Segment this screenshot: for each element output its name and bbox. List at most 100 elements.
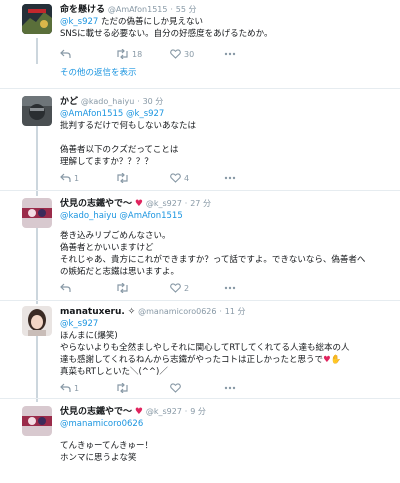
heart-icon — [170, 283, 181, 293]
retweet-icon — [117, 283, 128, 293]
display-name[interactable]: 命を懸ける — [60, 5, 105, 15]
mention-links[interactable]: @kado_haiyu @AmAfon1515 — [60, 210, 394, 222]
mention-links[interactable]: @AmAfon1515 @k_s927 — [60, 108, 394, 120]
divider — [0, 300, 400, 301]
display-name[interactable]: 伏見の志鐵やで〜 — [60, 407, 132, 417]
more-icon — [224, 386, 236, 390]
avatar-image-icon — [22, 198, 52, 228]
display-name[interactable]: manatuxeru. — [60, 307, 125, 317]
divider — [0, 398, 400, 399]
like-button[interactable]: 4 — [170, 173, 189, 183]
retweet-icon — [117, 49, 128, 59]
avatar-image-icon — [22, 406, 52, 436]
tweet-text-line: 偽善者とかいいますけど — [60, 243, 154, 253]
timestamp[interactable]: 9 分 — [190, 407, 206, 416]
more-button[interactable] — [224, 286, 236, 290]
separator: · — [184, 407, 188, 416]
more-button[interactable] — [224, 176, 236, 180]
timestamp[interactable]: 27 分 — [190, 199, 211, 208]
reply-button[interactable] — [60, 49, 74, 59]
display-name[interactable]: 伏見の志鐵やで〜 — [60, 199, 132, 209]
divider — [0, 190, 400, 191]
like-count: 4 — [184, 173, 190, 183]
heart-emoji-icon: ♥ — [134, 199, 143, 209]
heart-emoji-icon: ♥ — [323, 355, 331, 365]
reply-button[interactable]: 1 — [60, 383, 79, 393]
avatar[interactable] — [22, 306, 52, 336]
more-icon — [224, 52, 236, 56]
user-handle[interactable]: @AmAfon1515 — [108, 5, 168, 14]
tweet[interactable]: 伏見の志鐵やで〜 ♥ @k_s927 · 9 分 @manamicoro0626… — [0, 406, 400, 476]
timestamp[interactable]: 55 分 — [176, 5, 197, 14]
tweet-header: manatuxeru. ✧ @manamicoro0626 · 11 分 — [60, 306, 394, 318]
tweet-text-line: ホンマに思うよな笑 — [60, 453, 137, 463]
display-name[interactable]: かど — [60, 97, 78, 107]
mention-link[interactable]: @k_s927 — [60, 17, 98, 27]
user-handle[interactable]: @manamicoro0626 — [138, 307, 216, 316]
tweet-header: 伏見の志鐵やで〜 ♥ @k_s927 · 9 分 — [60, 406, 394, 418]
reply-button[interactable] — [60, 283, 74, 293]
tweet[interactable]: かど @kado_haiyu · 30 分 @AmAfon1515 @k_s92… — [0, 96, 400, 184]
like-button[interactable] — [170, 383, 184, 393]
avatar[interactable] — [22, 4, 52, 34]
tweet-text-line: 理解してますか？？？？ — [60, 157, 153, 167]
retweet-count: 18 — [132, 49, 143, 59]
reply-icon — [60, 283, 71, 292]
separator: · — [170, 5, 173, 14]
more-icon — [224, 176, 236, 180]
tweet[interactable]: 命を懸ける @AmAfon1515 · 55 分 @k_s927 ただの偽善にし… — [0, 4, 400, 60]
avatar[interactable] — [22, 198, 52, 228]
user-handle[interactable]: @kado_haiyu — [81, 97, 134, 106]
tweet-text-line: 偽善者以下のクズだってことは — [60, 145, 179, 155]
tweet-text: @k_s927 ただの偽善にしか見えない — [60, 17, 204, 27]
heart-icon — [170, 49, 181, 59]
user-handle[interactable]: @k_s927 — [146, 407, 182, 416]
more-button[interactable] — [224, 386, 236, 390]
reply-count: 1 — [74, 383, 80, 393]
like-button[interactable]: 2 — [170, 283, 189, 293]
clap-emoji-icon: ✋ — [330, 355, 342, 365]
timestamp[interactable]: 30 分 — [143, 97, 164, 106]
show-more-replies-link[interactable]: その他の返信を表示 — [60, 66, 137, 78]
more-icon — [224, 286, 236, 290]
avatar[interactable] — [22, 406, 52, 436]
like-count: 30 — [184, 49, 195, 59]
retweet-button[interactable] — [116, 283, 132, 293]
tweet[interactable]: 伏見の志鐵やで〜 ♥ @k_s927 · 27 分 @kado_haiyu @A… — [0, 198, 400, 294]
retweet-button[interactable] — [116, 383, 132, 393]
like-button[interactable]: 30 — [170, 49, 194, 59]
avatar-image-icon — [22, 4, 52, 34]
like-count: 2 — [184, 283, 190, 293]
tweet[interactable]: manatuxeru. ✧ @manamicoro0626 · 11 分 @k_… — [0, 306, 400, 394]
reply-icon — [60, 49, 71, 58]
tweet-text-line: 達も感謝してくれるねんから志鐵がやったコトは正しかったと思うで♥✋ — [60, 355, 342, 365]
separator: · — [184, 199, 188, 208]
mention-link[interactable]: @k_s927 — [60, 318, 394, 330]
tweet-header: かど @kado_haiyu · 30 分 — [60, 96, 394, 108]
retweet-icon — [117, 173, 128, 183]
avatar[interactable] — [22, 96, 52, 126]
reply-button[interactable]: 1 — [60, 173, 79, 183]
tweet-header: 伏見の志鐵やで〜 ♥ @k_s927 · 27 分 — [60, 198, 394, 210]
user-handle[interactable]: @k_s927 — [146, 199, 182, 208]
retweet-button[interactable] — [116, 173, 132, 183]
tweet-text-line — [60, 132, 394, 144]
separator: · — [219, 307, 222, 316]
tweet-text-line: 批判するだけで何もしないあなたは — [60, 121, 197, 131]
avatar-image-icon — [22, 306, 52, 336]
timestamp[interactable]: 11 分 — [225, 307, 246, 316]
tweet-text-line: ほんまに(爆笑) — [60, 331, 118, 341]
heart-icon — [170, 383, 181, 393]
avatar-image-icon — [22, 96, 52, 126]
retweet-button[interactable]: 18 — [116, 49, 142, 59]
tweet-text-line: それじゃあ、貴方にこれができますか？って話ですよ。できないなら、偽善者へ — [60, 255, 366, 265]
tweet-text-line: 真菜もRTしといた＼(^^)／ — [60, 367, 168, 377]
mention-link[interactable]: @manamicoro0626 — [60, 418, 394, 430]
more-button[interactable] — [224, 52, 236, 56]
tweet-text-line: 巻き込みリプごめんなさい。 — [60, 231, 171, 241]
tweet-text-line: の嫉妬だと志鐵は思いますよ。 — [60, 267, 180, 277]
tweet-text-line: やらないよりも全然ましやしそれに関心してRTしてくれてる人達も総本の人 — [60, 343, 350, 353]
retweet-icon — [117, 383, 128, 393]
